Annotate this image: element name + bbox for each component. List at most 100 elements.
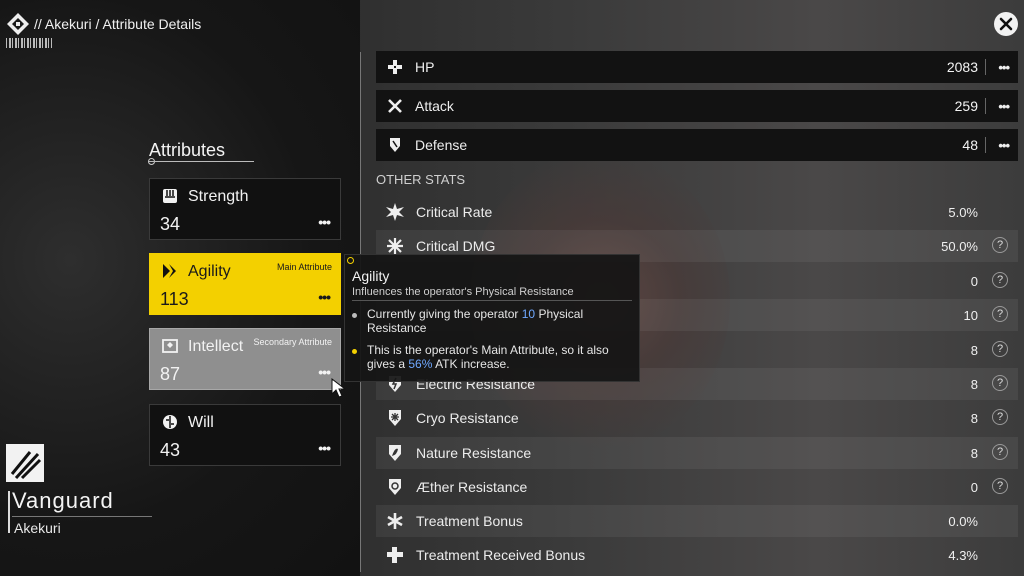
agility-tooltip: Agility Influences the operator's Physic… bbox=[344, 254, 640, 382]
attribute-card-strength[interactable]: Strength 34 ••• bbox=[149, 178, 341, 240]
tooltip-divider bbox=[352, 300, 632, 301]
tooltip-main-attribute-text: This is the operator's Main Attribute, s… bbox=[367, 343, 609, 371]
sparkle-icon bbox=[386, 237, 404, 255]
attribute-name: Will bbox=[188, 414, 214, 431]
help-icon[interactable]: ? bbox=[992, 237, 1008, 253]
more-options-button[interactable]: ••• bbox=[998, 60, 1010, 75]
top-bar: // Akekuri / Attribute Details bbox=[6, 12, 201, 36]
stat-value: 2083 bbox=[946, 59, 978, 75]
help-icon[interactable]: ? bbox=[992, 409, 1008, 425]
attribute-card-will[interactable]: Will 43 ••• bbox=[149, 404, 341, 466]
attribute-card-agility[interactable]: Agility Main Attribute 113 ••• bbox=[149, 253, 341, 315]
stat-row-critical-rate: Critical Rate 5.0% bbox=[376, 196, 1018, 228]
stat-value: 8 bbox=[970, 376, 978, 392]
stat-row-treatment-bonus: Treatment Bonus 0.0% bbox=[376, 505, 1018, 537]
stat-label: Defense bbox=[415, 137, 468, 153]
stat-label: Æther Resistance bbox=[416, 479, 528, 495]
separator bbox=[985, 137, 986, 153]
character-name: Akekuri bbox=[14, 520, 61, 536]
attributes-title: Attributes bbox=[149, 140, 226, 160]
stat-label: Attack bbox=[415, 98, 454, 114]
stat-label: Treatment Received Bonus bbox=[416, 547, 586, 563]
main-attribute-bullet-icon bbox=[352, 349, 357, 354]
attribute-card-intellect[interactable]: Intellect Secondary Attribute 87 ••• bbox=[149, 328, 341, 390]
other-stats-title: OTHER STATS bbox=[376, 172, 466, 187]
stat-value: 0.0% bbox=[948, 513, 978, 529]
stat-value: 5.0% bbox=[948, 204, 978, 220]
more-options-button[interactable]: ••• bbox=[998, 138, 1010, 153]
cryo-shield-icon bbox=[386, 409, 404, 427]
stat-row-attack: Attack 259 ••• bbox=[376, 90, 1018, 122]
help-icon[interactable]: ? bbox=[992, 478, 1008, 494]
secondary-attribute-tag: Secondary Attribute bbox=[253, 337, 332, 347]
attribute-value: 34 bbox=[160, 214, 181, 234]
attribute-name: Intellect bbox=[188, 338, 244, 355]
class-underline bbox=[12, 516, 152, 517]
help-icon[interactable]: ? bbox=[992, 341, 1008, 357]
more-options-button[interactable]: ••• bbox=[318, 440, 331, 456]
attribute-value: 43 bbox=[160, 440, 181, 460]
treatment-received-icon bbox=[386, 546, 404, 564]
stat-value: 50.0% bbox=[941, 238, 978, 254]
stat-row-hp: HP 2083 ••• bbox=[376, 51, 1018, 83]
more-options-button[interactable]: ••• bbox=[318, 364, 331, 380]
vanguard-class-icon bbox=[6, 444, 44, 482]
stat-value: 48 bbox=[962, 137, 978, 153]
bullet-icon bbox=[352, 313, 357, 318]
tooltip-subtitle: Influences the operator's Physical Resis… bbox=[352, 286, 574, 298]
mouse-cursor-icon bbox=[331, 378, 347, 398]
close-button[interactable] bbox=[994, 12, 1018, 36]
book-icon bbox=[162, 339, 178, 353]
attribute-name: Strength bbox=[188, 188, 249, 205]
stat-label: Critical DMG bbox=[416, 238, 496, 254]
more-options-button[interactable]: ••• bbox=[998, 99, 1010, 114]
brain-icon bbox=[163, 415, 177, 429]
fist-icon bbox=[163, 189, 177, 203]
close-icon bbox=[999, 17, 1013, 31]
stat-value: 8 bbox=[970, 445, 978, 461]
stat-value: 4.3% bbox=[948, 547, 978, 563]
separator bbox=[985, 98, 986, 114]
agility-icon bbox=[163, 264, 176, 278]
stat-value: 259 bbox=[954, 98, 978, 114]
stat-value: 8 bbox=[970, 342, 978, 358]
stat-row-nature-resistance: Nature Resistance 8 ? bbox=[376, 437, 1018, 469]
stat-value: 0 bbox=[970, 273, 978, 289]
game-logo-icon bbox=[7, 13, 29, 35]
crossed-swords-icon bbox=[388, 99, 402, 113]
stat-label: Nature Resistance bbox=[416, 445, 532, 461]
barcode-decoration bbox=[6, 38, 52, 48]
stat-label: Critical Rate bbox=[416, 204, 493, 220]
attribute-name: Agility bbox=[188, 263, 231, 280]
stat-value: 0 bbox=[970, 479, 978, 495]
main-attribute-tag: Main Attribute bbox=[276, 262, 332, 272]
class-accent-line bbox=[8, 491, 10, 533]
tooltip-effect-text: Currently giving the operator 10 Physica… bbox=[367, 307, 584, 335]
stat-label: Treatment Bonus bbox=[416, 513, 523, 529]
nature-shield-icon bbox=[386, 444, 404, 462]
aether-shield-icon bbox=[386, 478, 404, 496]
separator bbox=[985, 59, 986, 75]
burst-icon bbox=[386, 203, 404, 221]
class-name: Vanguard bbox=[12, 488, 114, 513]
help-icon[interactable]: ? bbox=[992, 306, 1008, 322]
title-underline bbox=[149, 161, 254, 162]
help-icon[interactable]: ? bbox=[992, 272, 1008, 288]
treatment-icon bbox=[386, 512, 404, 530]
stat-row-defense: Defense 48 ••• bbox=[376, 129, 1018, 161]
more-options-button[interactable]: ••• bbox=[318, 214, 331, 230]
help-icon[interactable]: ? bbox=[992, 444, 1008, 460]
stat-row-cryo-resistance: Cryo Resistance 8 ? bbox=[376, 402, 1018, 434]
stat-label: HP bbox=[415, 59, 435, 75]
tooltip-title: Agility bbox=[352, 268, 390, 284]
help-icon[interactable]: ? bbox=[992, 375, 1008, 391]
tooltip-dot-decoration bbox=[347, 257, 354, 264]
attribute-value: 113 bbox=[160, 289, 189, 309]
breadcrumb: // Akekuri / Attribute Details bbox=[34, 16, 202, 32]
stat-value: 8 bbox=[970, 410, 978, 426]
stat-label: Cryo Resistance bbox=[416, 410, 519, 426]
more-options-button[interactable]: ••• bbox=[318, 289, 331, 305]
attribute-value: 87 bbox=[160, 364, 181, 384]
stat-row-aether-resistance: Æther Resistance 0 ? bbox=[376, 471, 1018, 503]
stat-row-treatment-received-bonus: Treatment Received Bonus 4.3% bbox=[376, 539, 1018, 571]
